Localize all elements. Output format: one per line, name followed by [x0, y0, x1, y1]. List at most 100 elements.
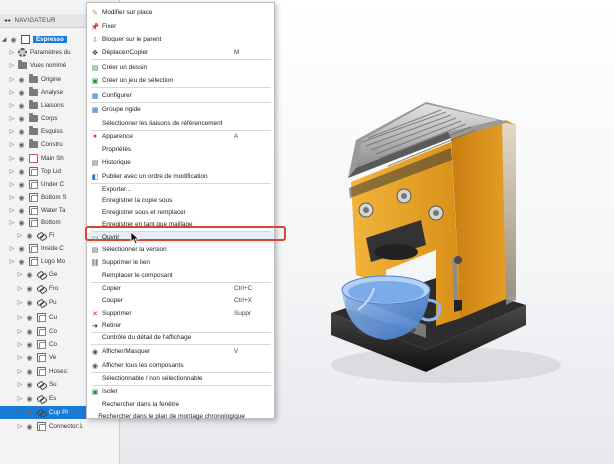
expand-triangle-icon[interactable]: ▷ [16, 328, 24, 335]
menu-item-retirer[interactable]: ➜ Retirer [87, 320, 274, 331]
expand-triangle-icon[interactable]: ▷ [16, 368, 24, 375]
menu-item-fixer[interactable]: 📌 Fixer [87, 21, 274, 32]
expand-triangle-icon[interactable]: ▷ [16, 285, 24, 292]
eye-icon[interactable]: ◉ [16, 168, 27, 176]
eye-icon[interactable]: ◉ [24, 341, 35, 349]
3d-viewport[interactable] [276, 0, 614, 464]
eye-icon[interactable]: ◉ [24, 328, 35, 336]
eye-icon[interactable]: ◉ [16, 181, 27, 189]
menu-item-deplacer-copier[interactable]: ✥ Déplacer/Copier M [87, 47, 274, 58]
menu-item-modifier-sur-place[interactable]: ✎ Modifier sur place [87, 7, 274, 18]
menu-item-selectionner-la-version[interactable]: ▤ Sélectionner la version [87, 244, 274, 255]
eye-icon[interactable]: ◉ [24, 395, 35, 403]
menu-item-copier[interactable]: Copier Ctrl+C [87, 283, 274, 294]
expand-triangle-icon[interactable]: ▷ [16, 395, 24, 402]
expand-triangle-icon[interactable]: ▷ [8, 62, 16, 69]
menu-item-creer-un-dessin[interactable]: ▤ Créer un dessin [87, 62, 274, 73]
eye-icon[interactable]: ◉ [16, 89, 27, 97]
eye-icon[interactable]: ◉ [24, 423, 35, 431]
menu-item-creer-un-jeu-de-selection[interactable]: ▣ Créer un jeu de sélection [87, 75, 274, 86]
menu-item-enregistrer-sous-et-remplacer[interactable]: Enregistrer sous et remplacer [87, 207, 274, 218]
menu-item-ouvrir[interactable]: ▭ Ouvrir [87, 232, 274, 243]
menu-item-supprimer-le-lien[interactable]: ⛓ Supprimer le lien [87, 257, 274, 268]
menu-item-enregistrer-en-tant-que-maillage[interactable]: Enregistrer en tant que maillage [87, 219, 274, 230]
menu-item-selectionnable-non-selectionnable[interactable]: Sélectionnable / non sélectionnable [87, 373, 274, 384]
menu-item-label: Sélectionner la version [102, 246, 167, 253]
menu-item-label: Afficher tous les composants [102, 362, 184, 369]
component-root-icon [21, 35, 30, 44]
menu-item-rechercher-dans-le-plan-de-montage-chron[interactable]: Rechercher dans le plan de montage chron… [87, 411, 274, 422]
eye-icon[interactable]: ◉ [24, 299, 35, 307]
expand-triangle-icon[interactable]: ▷ [8, 128, 16, 135]
menu-item-configurer[interactable]: ▦ Configurer [87, 90, 274, 101]
expand-triangle-icon[interactable]: ▷ [8, 245, 16, 252]
eye-icon[interactable]: ◉ [16, 258, 27, 266]
menu-item-controle-du-detail-de-l-affichage[interactable]: Contrôle du détail de l'affichage [87, 332, 274, 343]
menu-item-afficher-tous-les-composants[interactable]: ◉ Afficher tous les composants [87, 360, 274, 371]
menu-item-couper[interactable]: Couper Ctrl+X [87, 295, 274, 306]
menu-item-exporter[interactable]: Exporter... [87, 184, 274, 195]
tree-item-label: Under C [41, 181, 65, 188]
expand-triangle-icon[interactable]: ▷ [16, 271, 24, 278]
expand-triangle-icon[interactable]: ▷ [8, 219, 16, 226]
menu-item-enregistrer-la-copie-sous[interactable]: Enregistrer la copie sous [87, 195, 274, 206]
menu-item-afficher-masquer[interactable]: ◉ Afficher/Masquer V [87, 346, 274, 357]
menu-item-isoler[interactable]: ▣ Isoler [87, 386, 274, 397]
eye-icon[interactable]: ◉ [16, 76, 27, 84]
eye-icon[interactable]: ◉ [8, 36, 19, 44]
eye-icon[interactable]: ◉ [16, 115, 27, 123]
double-chevron-left-icon[interactable]: ◂◂ [4, 17, 11, 24]
expand-triangle-icon[interactable]: ▷ [8, 258, 16, 265]
tree-item-label: Bottom [41, 219, 61, 226]
expand-triangle-icon[interactable]: ▷ [8, 194, 16, 201]
espresso-machine-model[interactable] [276, 0, 614, 464]
menu-item-historique[interactable]: ▤ Historique [87, 157, 274, 168]
expand-triangle-icon[interactable]: ▷ [8, 141, 16, 148]
eye-icon[interactable]: ◉ [24, 232, 35, 240]
eye-icon[interactable]: ◉ [16, 194, 27, 202]
eye-icon[interactable]: ◉ [24, 285, 35, 293]
expand-triangle-icon[interactable]: ▷ [8, 155, 16, 162]
eye-icon[interactable]: ◉ [24, 368, 35, 376]
expand-triangle-icon[interactable]: ▷ [16, 314, 24, 321]
eye-icon[interactable]: ◉ [16, 207, 27, 215]
expand-triangle-icon[interactable]: ▷ [16, 299, 24, 306]
menu-item-publier-avec-un-ordre-de-modification[interactable]: ◧ Publier avec un ordre de modification [87, 171, 274, 182]
menu-item-supprimer[interactable]: ✕ Supprimer Suppr [87, 308, 274, 319]
menu-item-remplacer-le-composant[interactable]: Remplacer le composant [87, 270, 274, 281]
expand-triangle-icon[interactable]: ▷ [16, 423, 24, 430]
expand-triangle-icon[interactable]: ▷ [8, 89, 16, 96]
eye-icon[interactable]: ◉ [16, 128, 27, 136]
menu-item-apparence[interactable]: ● Apparence A [87, 131, 274, 142]
menu-item-proprietes[interactable]: Propriétés [87, 144, 274, 155]
expand-triangle-icon[interactable]: ▷ [8, 102, 16, 109]
eye-icon[interactable]: ◉ [16, 245, 27, 253]
menu-item-bloquer-sur-le-parent[interactable]: ⇩ Bloquer sur le parent [87, 34, 274, 45]
component-icon [37, 340, 46, 349]
expand-triangle-icon[interactable]: ▷ [16, 409, 24, 416]
expand-triangle-icon[interactable]: ▷ [8, 168, 16, 175]
expand-triangle-icon[interactable]: ▷ [8, 49, 16, 56]
eye-icon[interactable]: ◉ [24, 314, 35, 322]
expand-triangle-icon[interactable]: ▷ [8, 76, 16, 83]
configure-icon: ▦ [91, 92, 99, 100]
eye-icon[interactable]: ◉ [24, 271, 35, 279]
expand-triangle-icon[interactable]: ◢ [0, 36, 8, 43]
eye-icon[interactable]: ◉ [16, 155, 27, 163]
eye-icon[interactable]: ◉ [24, 354, 35, 362]
expand-triangle-icon[interactable]: ▷ [16, 381, 24, 388]
expand-triangle-icon[interactable]: ▷ [16, 354, 24, 361]
expand-triangle-icon[interactable]: ▷ [8, 207, 16, 214]
expand-triangle-icon[interactable]: ▷ [16, 232, 24, 239]
eye-icon[interactable]: ◉ [16, 141, 27, 149]
eye-icon[interactable]: ◉ [16, 102, 27, 110]
expand-triangle-icon[interactable]: ▷ [8, 181, 16, 188]
eye-icon[interactable]: ◉ [24, 409, 35, 417]
menu-item-rechercher-dans-la-fenetre[interactable]: Rechercher dans la fenêtre [87, 399, 274, 410]
eye-icon[interactable]: ◉ [16, 219, 27, 227]
expand-triangle-icon[interactable]: ▷ [16, 341, 24, 348]
menu-item-selectionner-les-liaisons-de-referenceme[interactable]: Sélectionner les liaisons de référenceme… [87, 118, 274, 129]
eye-icon[interactable]: ◉ [24, 381, 35, 389]
menu-item-groupe-rigide[interactable]: ▦ Groupe rigide [87, 104, 274, 115]
expand-triangle-icon[interactable]: ▷ [8, 115, 16, 122]
